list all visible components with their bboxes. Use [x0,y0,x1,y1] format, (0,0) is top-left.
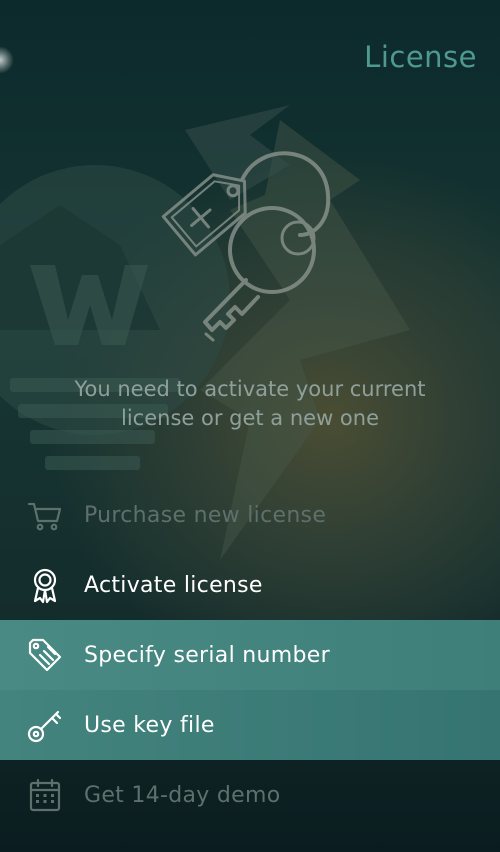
cart-icon [25,495,65,535]
message-line-2: license or get a new one [121,406,379,430]
award-ribbon-icon [25,565,65,605]
use-key-file-item[interactable]: Use key file [0,690,500,760]
specify-serial-number-label: Specify serial number [84,642,330,668]
purchase-license-item[interactable]: Purchase new license [0,480,500,550]
license-menu: Purchase new license Activate license Sp… [0,480,500,830]
tag-icon [25,635,65,675]
activate-license-item[interactable]: Activate license [0,550,500,620]
get-demo-label: Get 14-day demo [84,782,281,808]
use-key-file-label: Use key file [84,712,215,738]
specify-serial-number-item[interactable]: Specify serial number [0,620,500,690]
calendar-icon [25,775,65,815]
purchase-license-label: Purchase new license [84,502,327,528]
message-line-1: You need to activate your current [74,377,426,401]
activate-license-label: Activate license [84,572,263,598]
get-demo-item[interactable]: Get 14-day demo [0,760,500,830]
activation-message: You need to activate your current licens… [30,375,470,433]
license-tag-and-key-icon [161,151,331,342]
page-title: License [364,40,477,74]
key-icon [25,705,65,745]
